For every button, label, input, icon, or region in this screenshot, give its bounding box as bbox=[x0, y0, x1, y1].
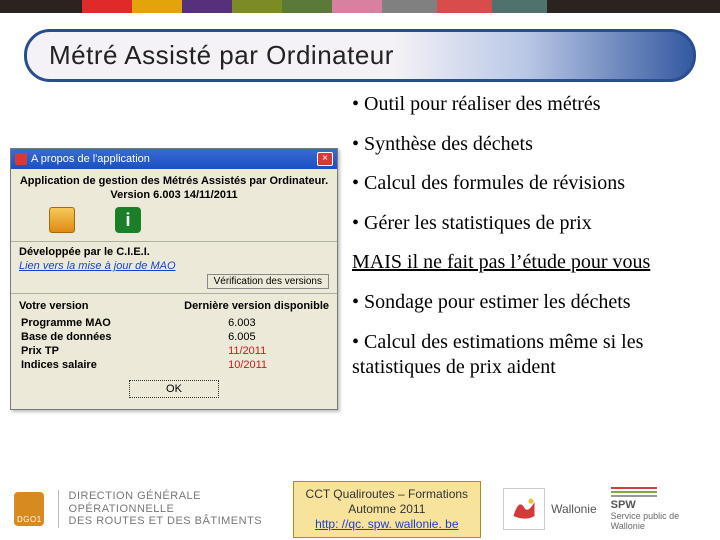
bullet-item: • Synthèse des déchets bbox=[352, 132, 692, 158]
mao-icon bbox=[49, 207, 75, 233]
wallonie-label: Wallonie bbox=[551, 502, 597, 516]
dgo-logo-icon bbox=[14, 492, 44, 526]
dgo-text: DIRECTION GÉNÉRALE OPÉRATIONNELLE DES RO… bbox=[58, 490, 279, 528]
dialog-desc: Application de gestion des Métrés Assist… bbox=[19, 175, 329, 187]
dialog-dev: Développée par le C.I.E.I. bbox=[19, 246, 329, 258]
info-icon: i bbox=[115, 207, 141, 233]
ok-button[interactable]: OK bbox=[129, 380, 219, 398]
dialog-titlebar: A propos de l'application × bbox=[11, 149, 337, 169]
bullet-item: • Calcul des formules de révisions bbox=[352, 171, 692, 197]
table-row: Indices salaire10/2011 bbox=[19, 358, 329, 372]
bullet-item: • Outil pour réaliser des métrés bbox=[352, 92, 692, 118]
cct-line2: Automne 2011 bbox=[300, 502, 475, 517]
page-title: Métré Assisté par Ordinateur bbox=[24, 29, 696, 82]
table-row: Prix TP11/2011 bbox=[19, 344, 329, 358]
bullet-column: • Outil pour réaliser des métrés • Synth… bbox=[352, 92, 692, 410]
spw-title: SPW bbox=[611, 499, 636, 511]
cct-link[interactable]: http: //qc. spw. wallonie. be bbox=[315, 517, 458, 531]
top-color-bar bbox=[0, 0, 720, 13]
bullet-emphasis: MAIS il ne fait pas l’étude pour vous bbox=[352, 250, 692, 276]
about-dialog: A propos de l'application × Application … bbox=[10, 148, 338, 410]
spw-subtitle: Service public de Wallonie bbox=[611, 511, 702, 531]
dialog-version: Version 6.003 14/11/2011 bbox=[19, 189, 329, 201]
app-icon bbox=[15, 153, 27, 165]
version-columns-header: Votre version Dernière version disponibl… bbox=[19, 298, 329, 312]
bullet-item: • Gérer les statistiques de prix bbox=[352, 211, 692, 237]
table-row: Base de données6.005 bbox=[19, 330, 329, 344]
bullet-item: • Sondage pour estimer les déchets bbox=[352, 290, 692, 316]
col-latest-version: Dernière version disponible bbox=[184, 300, 329, 312]
dgo-line1: DIRECTION GÉNÉRALE OPÉRATIONNELLE bbox=[69, 490, 279, 515]
wallonie-logo-icon bbox=[503, 488, 545, 530]
cct-line1: CCT Qualiroutes – Formations bbox=[300, 487, 475, 502]
close-icon[interactable]: × bbox=[317, 152, 333, 166]
check-versions-button[interactable]: Vérification des versions bbox=[207, 274, 329, 289]
update-link[interactable]: Lien vers la mise à jour de MAO bbox=[19, 260, 329, 272]
bullet-item: • Calcul des estimations même si les sta… bbox=[352, 330, 692, 381]
spw-block: SPW Service public de Wallonie bbox=[611, 487, 702, 531]
dgo-line2: DES ROUTES ET DES BÂTIMENTS bbox=[69, 515, 279, 528]
dialog-title: A propos de l'application bbox=[31, 153, 150, 165]
table-row: Programme MAO6.003 bbox=[19, 316, 329, 330]
version-table: Programme MAO6.003 Base de données6.005 … bbox=[19, 316, 329, 372]
cct-box: CCT Qualiroutes – Formations Automne 201… bbox=[293, 481, 482, 538]
col-your-version: Votre version bbox=[19, 300, 89, 312]
footer: DIRECTION GÉNÉRALE OPÉRATIONNELLE DES RO… bbox=[0, 478, 720, 540]
